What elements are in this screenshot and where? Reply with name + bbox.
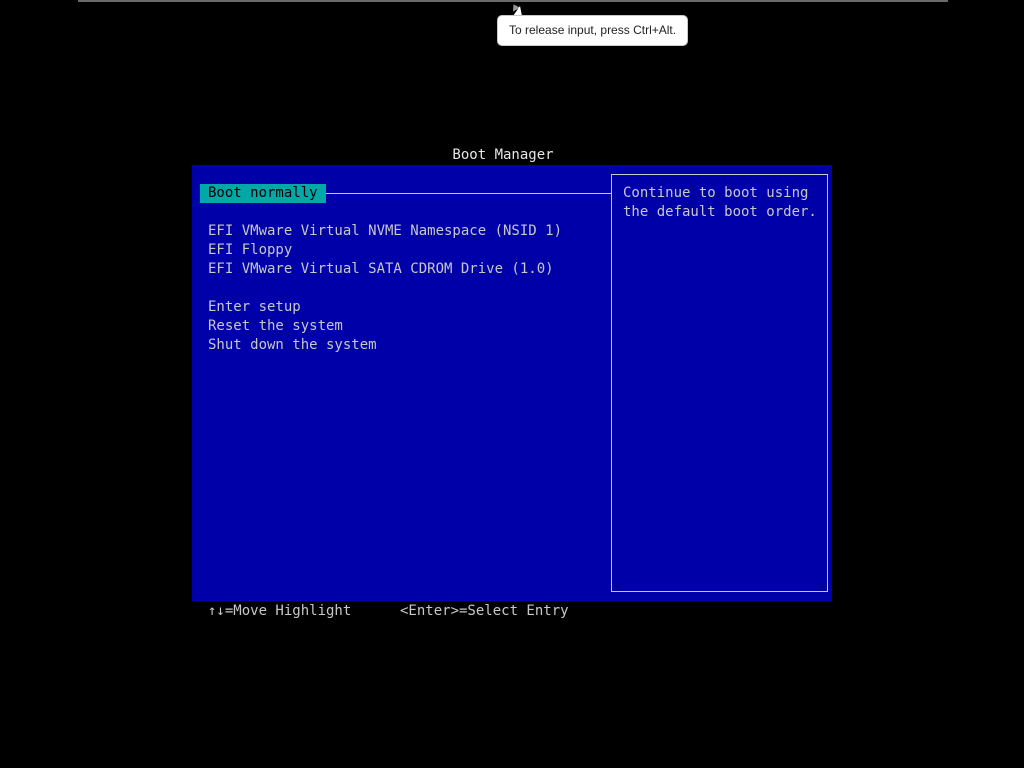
boot-entry-nvme[interactable]: EFI VMware Virtual NVME Namespace (NSID … bbox=[208, 222, 562, 241]
boot-entry-floppy[interactable]: EFI Floppy bbox=[208, 241, 292, 260]
selection-connector-line bbox=[320, 193, 611, 194]
boot-entry-shut-down[interactable]: Shut down the system bbox=[208, 336, 377, 355]
boot-entry-enter-setup[interactable]: Enter setup bbox=[208, 298, 301, 317]
help-text-line-1: Continue to boot using bbox=[623, 185, 809, 201]
help-box bbox=[611, 174, 828, 592]
release-input-tooltip: To release input, press Ctrl+Alt. bbox=[497, 15, 689, 46]
boot-entry-cdrom[interactable]: EFI VMware Virtual SATA CDROM Drive (1.0… bbox=[208, 260, 554, 279]
footer-select-hint: <Enter>=Select Entry bbox=[400, 603, 569, 619]
boot-entry-reset-system[interactable]: Reset the system bbox=[208, 317, 343, 336]
boot-entry-boot-normally[interactable]: Boot normally bbox=[200, 184, 326, 203]
help-text-line-2: the default boot order. bbox=[623, 204, 817, 220]
vm-window-top-border bbox=[78, 0, 948, 2]
footer-move-hint: ↑↓=Move Highlight bbox=[208, 603, 352, 619]
tooltip-text: To release input, press Ctrl+Alt. bbox=[509, 23, 677, 37]
boot-manager-title: Boot Manager bbox=[452, 147, 554, 163]
